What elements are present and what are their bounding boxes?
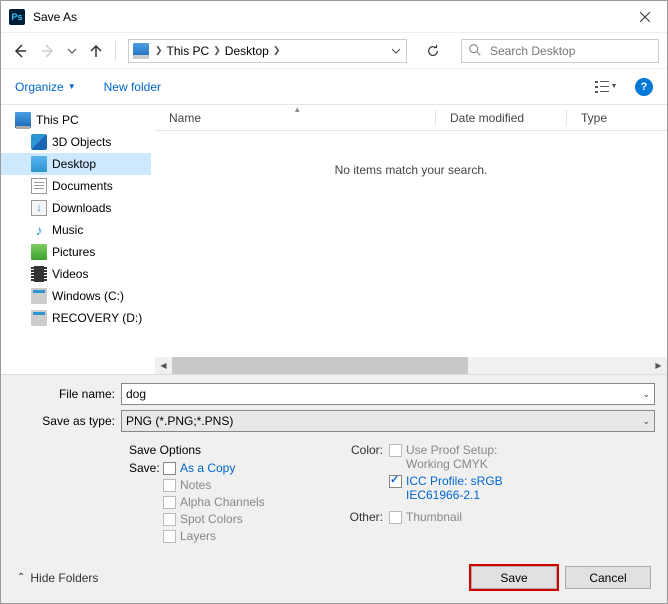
- window-title: Save As: [33, 10, 77, 24]
- search-placeholder: Search Desktop: [490, 44, 575, 58]
- scroll-right-icon[interactable]: ▶: [650, 357, 667, 374]
- column-date[interactable]: Date modified: [436, 105, 566, 130]
- color-label: Color:: [341, 443, 389, 471]
- as-copy-checkbox[interactable]: [163, 462, 176, 475]
- back-button[interactable]: [9, 40, 31, 62]
- tree-item-music[interactable]: ♪Music: [1, 219, 151, 241]
- forward-button: [37, 40, 59, 62]
- videos-icon: [31, 266, 47, 282]
- organize-menu[interactable]: Organize▼: [15, 80, 76, 94]
- address-dropdown[interactable]: [386, 46, 406, 56]
- bottom-panel: File name: dog ⌄ Save as type: PNG (*.PN…: [1, 374, 667, 603]
- tree-item-documents[interactable]: Documents: [1, 175, 151, 197]
- alpha-checkbox: [163, 496, 176, 509]
- filename-input[interactable]: dog ⌄: [121, 383, 655, 405]
- color-options: Color: Use Proof Setup: Working CMYK ICC…: [341, 443, 655, 546]
- tree-item-pictures[interactable]: Pictures: [1, 241, 151, 263]
- file-list: No items match your search.: [155, 131, 667, 357]
- as-copy-label: As a Copy: [180, 461, 235, 475]
- filename-label: File name:: [13, 387, 121, 401]
- filetype-select[interactable]: PNG (*.PNG;*.PNS) ⌄: [121, 410, 655, 432]
- 3d-icon: [31, 134, 47, 150]
- tree-item-downloads[interactable]: Downloads: [1, 197, 151, 219]
- refresh-button[interactable]: [419, 39, 447, 63]
- address-bar[interactable]: ❯ This PC ❯ Desktop ❯: [128, 39, 407, 63]
- column-type[interactable]: Type: [567, 105, 667, 130]
- horizontal-scrollbar[interactable]: ◀ ▶: [155, 357, 667, 374]
- pictures-icon: [31, 244, 47, 260]
- new-folder-button[interactable]: New folder: [104, 80, 161, 94]
- help-button[interactable]: ?: [635, 78, 653, 96]
- tree-item-recovery[interactable]: RECOVERY (D:): [1, 307, 151, 329]
- spot-checkbox: [163, 513, 176, 526]
- drive-icon: [31, 288, 47, 304]
- thispc-icon: [15, 112, 31, 128]
- thumb-checkbox: [389, 511, 402, 524]
- chevron-right-icon[interactable]: ❯: [271, 45, 283, 56]
- tree-item-desktop[interactable]: Desktop: [1, 153, 151, 175]
- search-input[interactable]: Search Desktop: [461, 39, 659, 63]
- save-options: Save Options Save: As a Copy Notes Alpha…: [121, 443, 341, 546]
- desktop-icon: [31, 156, 47, 172]
- recent-dropdown[interactable]: [65, 40, 79, 62]
- breadcrumb-location[interactable]: Desktop: [223, 44, 271, 58]
- close-icon[interactable]: [622, 2, 667, 32]
- icc-checkbox[interactable]: [389, 475, 402, 488]
- navbar: ❯ This PC ❯ Desktop ❯ Search Desktop: [1, 32, 667, 68]
- up-button[interactable]: [85, 40, 107, 62]
- chevron-down-icon[interactable]: ⌄: [642, 389, 650, 400]
- file-pane: Name Date modified Type No items match y…: [155, 105, 667, 374]
- empty-text: No items match your search.: [335, 163, 488, 177]
- cancel-button[interactable]: Cancel: [565, 566, 651, 589]
- chevron-up-icon: ⌃: [17, 572, 25, 583]
- save-button[interactable]: Save: [471, 566, 557, 589]
- column-headers: Name Date modified Type: [155, 105, 667, 131]
- save-label: Save:: [129, 461, 163, 475]
- layers-checkbox: [163, 530, 176, 543]
- titlebar: Ps Save As: [1, 1, 667, 32]
- chevron-right-icon[interactable]: ❯: [153, 45, 165, 56]
- app-icon: Ps: [9, 9, 25, 25]
- toolbar: Organize▼ New folder ▼ ?: [1, 68, 667, 104]
- documents-icon: [31, 178, 47, 194]
- column-name[interactable]: Name: [155, 105, 435, 130]
- notes-checkbox: [163, 479, 176, 492]
- hide-folders-button[interactable]: ⌃ Hide Folders: [17, 571, 98, 585]
- view-options-button[interactable]: ▼: [589, 76, 623, 98]
- chevron-down-icon[interactable]: ⌄: [642, 416, 650, 427]
- other-label: Other:: [341, 510, 389, 524]
- tree-item-3dobjects[interactable]: 3D Objects: [1, 131, 151, 153]
- save-options-title: Save Options: [129, 443, 341, 457]
- nav-tree: This PC 3D Objects Desktop Documents Dow…: [1, 105, 151, 374]
- thispc-icon: [133, 43, 149, 59]
- tree-item-videos[interactable]: Videos: [1, 263, 151, 285]
- chevron-right-icon[interactable]: ❯: [211, 45, 223, 56]
- proof-checkbox: [389, 444, 402, 457]
- filetype-label: Save as type:: [13, 414, 121, 428]
- drive-icon: [31, 310, 47, 326]
- downloads-icon: [31, 200, 47, 216]
- tree-thispc[interactable]: This PC: [1, 109, 151, 131]
- tree-item-cdrive[interactable]: Windows (C:): [1, 285, 151, 307]
- breadcrumb-root[interactable]: This PC: [165, 44, 212, 58]
- main-area: This PC 3D Objects Desktop Documents Dow…: [1, 104, 667, 374]
- scroll-left-icon[interactable]: ◀: [155, 357, 172, 374]
- music-icon: ♪: [31, 222, 47, 238]
- search-icon: [468, 43, 484, 59]
